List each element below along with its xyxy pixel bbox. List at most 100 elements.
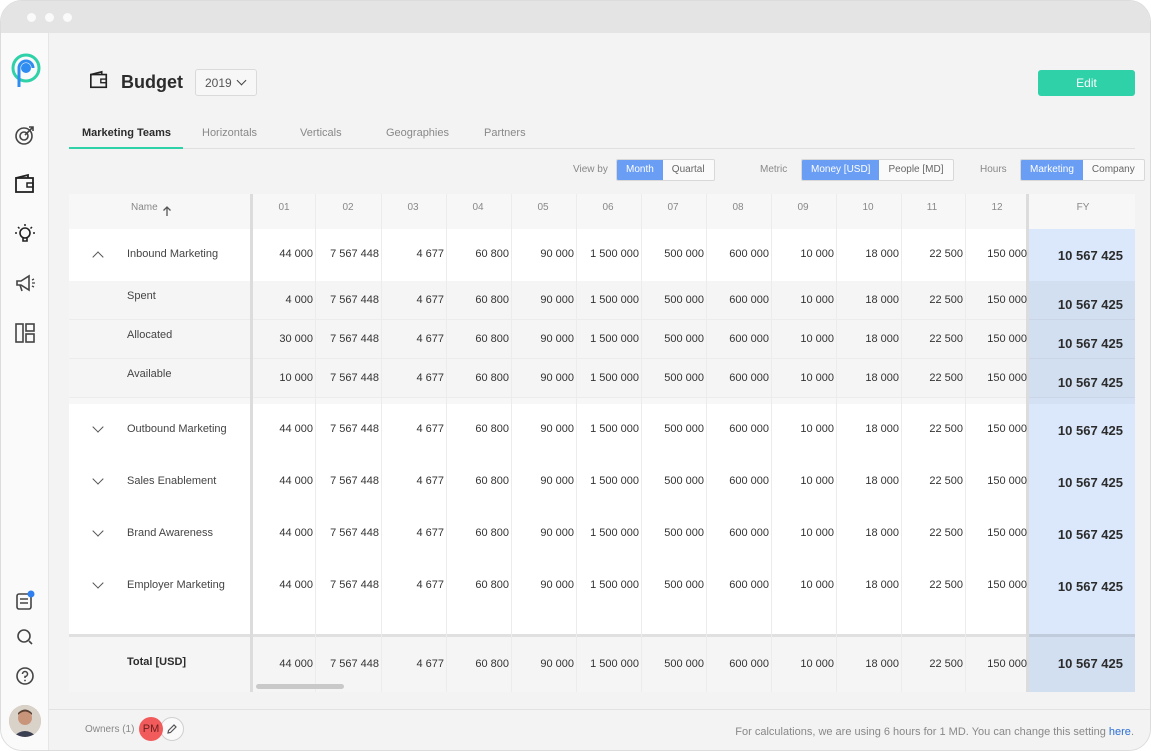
table-cell: 10 000 — [800, 657, 834, 670]
table-cell: 4 677 — [416, 371, 444, 384]
table-cell: 600 000 — [729, 248, 769, 260]
app-logo — [9, 53, 41, 89]
table-cell: 44 000 — [279, 475, 313, 487]
view-by-quartal-option[interactable]: Quartal — [663, 160, 714, 180]
hours-marketing-option[interactable]: Marketing — [1021, 160, 1083, 180]
notes-icon[interactable] — [13, 589, 37, 613]
table-cell: 1 500 000 — [590, 527, 639, 539]
table-cell: 4 677 — [416, 332, 444, 345]
column-divider — [836, 194, 837, 692]
column-divider — [641, 194, 642, 692]
table-cell: 10 000 — [800, 527, 834, 539]
wallet-icon[interactable] — [13, 172, 37, 196]
table-cell: 150 000 — [987, 293, 1027, 306]
table-cell: 150 000 — [987, 332, 1027, 345]
table-cell: 90 000 — [540, 423, 574, 435]
lightbulb-icon[interactable] — [13, 222, 37, 246]
calculation-note: For calculations, we are using 6 hours f… — [735, 726, 1134, 738]
sidebar — [1, 33, 49, 750]
edit-button[interactable]: Edit — [1038, 70, 1135, 96]
hours-company-option[interactable]: Company — [1083, 160, 1144, 180]
fy-total-cell: 10 567 425 — [1057, 475, 1123, 490]
column-divider — [315, 194, 316, 692]
table-cell: 150 000 — [987, 371, 1027, 384]
sort-arrow-up-icon[interactable] — [162, 204, 172, 222]
table-cell: 600 000 — [729, 332, 769, 345]
table-cell: 4 000 — [285, 293, 313, 306]
horizontal-scrollbar[interactable] — [256, 684, 344, 689]
table-cell: 10 000 — [800, 475, 834, 487]
table-cell: 10 000 — [800, 579, 834, 591]
table-cell: 60 800 — [475, 527, 509, 539]
subrow-name: Allocated — [127, 328, 173, 341]
table-cell: 18 000 — [865, 371, 899, 384]
tab-marketing-teams[interactable]: Marketing Teams — [82, 127, 171, 139]
table-cell: 4 677 — [416, 293, 444, 306]
fy-total-cell: 10 567 425 — [1057, 374, 1123, 390]
table-cell: 7 567 448 — [330, 248, 379, 260]
table-cell: 60 800 — [475, 332, 509, 345]
megaphone-icon[interactable] — [13, 271, 37, 295]
column-divider — [965, 194, 966, 692]
tab-partners[interactable]: Partners — [484, 127, 526, 139]
table-cell: 60 800 — [475, 475, 509, 487]
column-header-month: 01 — [278, 202, 290, 213]
active-tab-indicator — [69, 147, 183, 149]
subrow-name: Spent — [127, 289, 156, 302]
table-cell: 500 000 — [664, 579, 704, 591]
help-icon[interactable] — [13, 664, 37, 688]
fy-total-cell: 10 567 425 — [1057, 655, 1123, 671]
table-cell: 22 500 — [929, 248, 963, 260]
table-cell: 18 000 — [865, 332, 899, 345]
tab-geographies[interactable]: Geographies — [386, 127, 449, 139]
table-cell: 500 000 — [664, 657, 704, 670]
search-icon[interactable] — [13, 625, 37, 649]
metric-money-option[interactable]: Money [USD] — [802, 160, 880, 180]
year-select[interactable]: 2019 — [195, 69, 257, 96]
column-divider — [446, 194, 447, 692]
dashboard-icon[interactable] — [13, 321, 37, 345]
table-cell: 60 800 — [475, 371, 509, 384]
table-cell: 22 500 — [929, 475, 963, 487]
row-divider — [69, 397, 1135, 398]
page-title: Budget — [121, 71, 183, 92]
table-cell: 60 800 — [475, 248, 509, 260]
table-cell: 10 000 — [800, 332, 834, 345]
fy-total-cell: 10 567 425 — [1057, 335, 1123, 351]
window-dot — [63, 13, 72, 22]
target-icon[interactable] — [13, 123, 37, 147]
table-cell: 44 000 — [279, 657, 313, 670]
chevron-down-icon — [236, 75, 247, 86]
app-window: Budget 2019 Edit Marketing Teams Horizon… — [0, 0, 1151, 751]
window-dot — [27, 13, 36, 22]
tab-verticals[interactable]: Verticals — [300, 127, 342, 139]
settings-link[interactable]: here — [1109, 726, 1131, 738]
wallet-icon — [89, 70, 109, 95]
table-cell: 90 000 — [540, 475, 574, 487]
table-cell: 22 500 — [929, 579, 963, 591]
table-cell: 22 500 — [929, 423, 963, 435]
column-header-name[interactable]: Name — [131, 202, 158, 213]
table-cell: 90 000 — [540, 248, 574, 260]
user-avatar[interactable] — [9, 705, 41, 737]
view-by-month-option[interactable]: Month — [617, 160, 663, 180]
fy-total-cell: 10 567 425 — [1057, 423, 1123, 438]
owner-avatar[interactable]: PM — [139, 717, 163, 741]
column-divider — [576, 194, 577, 692]
calculation-note-text: For calculations, we are using 6 hours f… — [735, 726, 1109, 738]
column-divider — [901, 194, 902, 692]
table-cell: 22 500 — [929, 527, 963, 539]
metric-people-option[interactable]: People [MD] — [879, 160, 952, 180]
pencil-icon — [167, 724, 177, 734]
table-cell: 4 677 — [416, 423, 444, 435]
table-cell: 500 000 — [664, 293, 704, 306]
column-header-month: 03 — [407, 202, 419, 213]
table-cell: 150 000 — [987, 423, 1027, 435]
tab-horizontals[interactable]: Horizontals — [202, 127, 257, 139]
edit-owners-button[interactable] — [160, 717, 184, 741]
column-divider — [771, 194, 772, 692]
table-spacer-row — [69, 612, 1135, 634]
total-row-name: Total [USD] — [127, 655, 187, 668]
table-cell: 90 000 — [540, 371, 574, 384]
fy-total-cell: 10 567 425 — [1057, 248, 1123, 263]
